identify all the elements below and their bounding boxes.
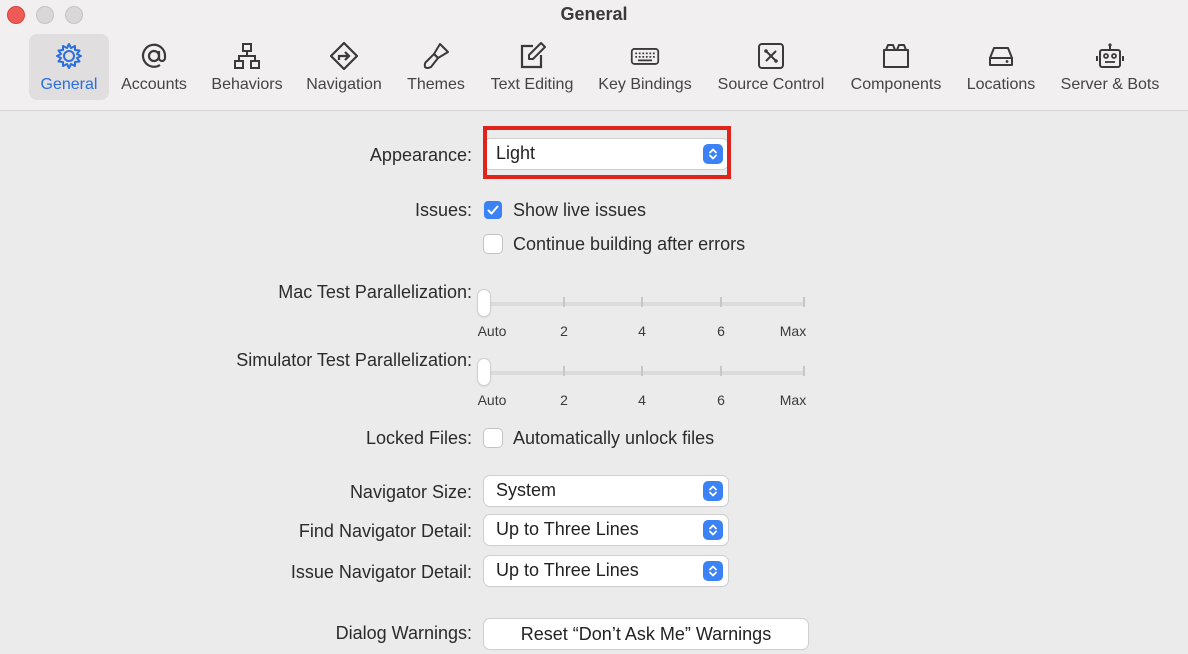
slider-tick-label: 4 <box>638 323 646 339</box>
tab-text-editing[interactable]: Text Editing <box>484 34 580 100</box>
tab-label: Text Editing <box>490 76 574 93</box>
slider-tick-label: 6 <box>717 392 725 408</box>
tab-locations[interactable]: Locations <box>959 34 1043 100</box>
slider-tick <box>803 297 805 307</box>
tab-label: Navigation <box>306 76 382 93</box>
tab-label: Server & Bots <box>1060 76 1160 93</box>
mac-test-parallelization-label: Mac Test Parallelization: <box>278 282 472 302</box>
simulator-test-parallelization-label: Simulator Test Parallelization: <box>236 350 472 370</box>
popup-value: System <box>496 480 557 500</box>
chevron-up-down-icon <box>703 520 723 540</box>
simulator-test-parallelization-slider[interactable]: Auto 2 4 6 Max <box>477 356 810 408</box>
tab-label: Key Bindings <box>598 76 692 93</box>
mac-test-parallelization-slider[interactable]: Auto 2 4 6 Max <box>477 287 810 339</box>
chevron-up-down-icon <box>703 481 723 501</box>
tab-accounts[interactable]: Accounts <box>114 34 194 100</box>
tab-server-and-bots[interactable]: Server & Bots <box>1054 34 1166 100</box>
tab-components[interactable]: Components <box>843 34 949 100</box>
slider-tick <box>563 297 565 307</box>
slider-tick-label: 2 <box>560 323 568 339</box>
tab-navigation[interactable]: Navigation <box>299 34 389 100</box>
popup-value: Up to Three Lines <box>496 519 639 539</box>
at-icon <box>136 38 172 74</box>
locked-files-label: Locked Files: <box>365 428 472 448</box>
find-navigator-detail-label: Find Navigator Detail: <box>298 521 472 541</box>
show-live-issues-label[interactable]: Show live issues <box>513 200 646 221</box>
tab-key-bindings[interactable]: Key Bindings <box>592 34 698 100</box>
highlight-box <box>483 126 731 179</box>
slider-track <box>484 302 804 306</box>
tab-label: Source Control <box>717 76 825 93</box>
slider-tick-label: Auto <box>477 392 507 408</box>
tab-label: Themes <box>407 76 465 93</box>
slider-track <box>484 371 804 375</box>
appearance-label: Appearance: <box>369 145 472 165</box>
keyboard-icon <box>627 38 663 74</box>
slider-tick-label: 2 <box>560 392 568 408</box>
slider-tick <box>563 366 565 376</box>
folder-icon <box>878 38 914 74</box>
tab-label: Locations <box>966 76 1036 93</box>
title-bar: General General Accounts Behaviors Navig… <box>0 0 1188 111</box>
tab-label: General <box>40 76 98 93</box>
tab-label: Accounts <box>121 76 187 93</box>
popup-value: Up to Three Lines <box>496 560 639 580</box>
navigator-size-popup[interactable]: System <box>484 476 728 506</box>
chevron-up-down-icon <box>703 561 723 581</box>
slider-tick-label: 6 <box>717 323 725 339</box>
pencil-square-icon <box>514 38 550 74</box>
slider-tick-label: Max <box>779 323 807 339</box>
slider-tick-label: Max <box>779 392 807 408</box>
unlock-files-checkbox[interactable] <box>484 429 502 447</box>
issue-navigator-detail-label: Issue Navigator Detail: <box>290 562 472 582</box>
continue-building-label[interactable]: Continue building after errors <box>513 234 745 255</box>
tab-general[interactable]: General <box>29 34 109 100</box>
tab-source-control[interactable]: Source Control <box>710 34 832 100</box>
window-title: General <box>560 4 628 24</box>
slider-tick-label: 4 <box>638 392 646 408</box>
tab-themes[interactable]: Themes <box>400 34 472 100</box>
issue-navigator-detail-popup[interactable]: Up to Three Lines <box>484 556 728 586</box>
dialog-warnings-label: Dialog Warnings: <box>335 623 472 643</box>
navigator-size-label: Navigator Size: <box>349 482 472 502</box>
hierarchy-icon <box>229 38 265 74</box>
tab-label: Components <box>850 76 942 93</box>
issues-label: Issues: <box>414 200 472 220</box>
checkmark-icon <box>487 205 499 215</box>
general-settings-pane: Appearance: Light Issues: Show live issu… <box>0 111 1188 654</box>
paintbrush-icon <box>418 38 454 74</box>
robot-icon <box>1092 38 1128 74</box>
show-live-issues-checkbox[interactable] <box>484 201 502 219</box>
reset-warnings-button[interactable]: Reset “Don’t Ask Me” Warnings <box>484 619 808 649</box>
slider-knob[interactable] <box>478 290 490 316</box>
slider-tick <box>641 366 643 376</box>
slider-tick <box>641 297 643 307</box>
slider-tick-label: Auto <box>477 323 507 339</box>
unlock-files-label[interactable]: Automatically unlock files <box>513 428 714 449</box>
slider-tick <box>803 366 805 376</box>
slider-tick <box>720 297 722 307</box>
tab-label: Behaviors <box>211 76 283 93</box>
find-navigator-detail-popup[interactable]: Up to Three Lines <box>484 515 728 545</box>
drive-icon <box>983 38 1019 74</box>
tab-behaviors[interactable]: Behaviors <box>205 34 289 100</box>
slider-knob[interactable] <box>478 359 490 385</box>
navigation-arrow-icon <box>326 38 362 74</box>
continue-building-checkbox[interactable] <box>484 235 502 253</box>
source-control-icon <box>753 38 789 74</box>
slider-tick <box>720 366 722 376</box>
gear-icon <box>51 38 87 74</box>
